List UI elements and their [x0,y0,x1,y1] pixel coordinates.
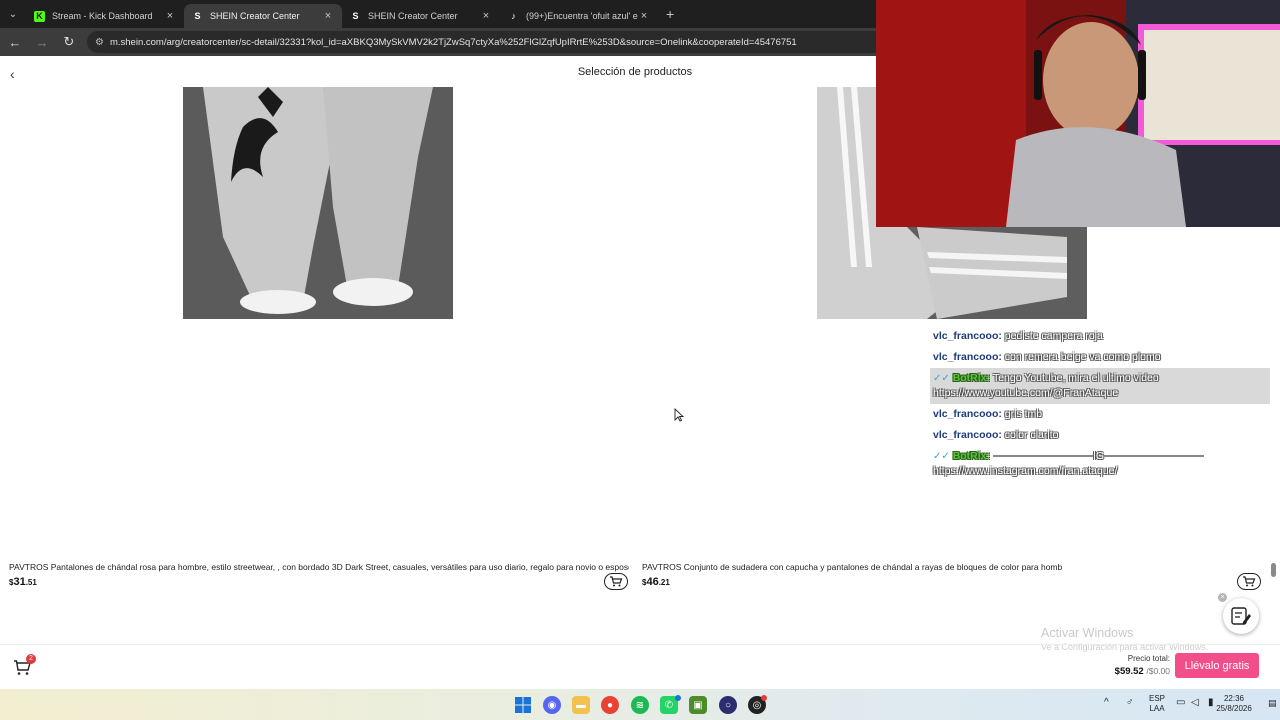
notifications-icon[interactable]: ▤ [1268,698,1277,708]
product-image-1[interactable] [183,87,453,319]
mouse-cursor-icon [674,408,684,422]
add-to-cart-button[interactable] [604,573,628,590]
price-integer: 46 [646,576,659,588]
bot-badge-icon: ✓✓ [933,451,950,462]
chat-username: vlc_francooo: [933,330,1002,342]
total-price-label: Precio total: [1127,654,1170,663]
site-info-icon[interactable]: ⚙ [95,37,104,48]
tab-search-chevron-icon[interactable]: ⌄ [0,0,26,28]
chat-username: vlc_francooo: [933,429,1002,441]
edit-list-button[interactable] [1223,598,1259,634]
file-explorer-icon[interactable]: ▬ [572,696,590,714]
clock-time: 22:36 [1223,694,1245,703]
clock-date: 25/8/2026 [1216,704,1252,713]
cart-add-icon [1243,576,1256,587]
chat-text: https://www.instagram.com/fran.ataque/ [933,465,1118,477]
product-name-1[interactable]: PAVTROS Pantalones de chándal rosa para … [9,562,629,572]
chat-message: ✓✓ BotRix: IG https://www.instagram.com/f… [930,446,1270,482]
chat-text: pediste campera roja [1004,330,1103,342]
price-integer: 31 [13,576,26,588]
windows-activation-title: Activar Windows [1041,626,1134,640]
tiktok-icon: ♪ [511,11,516,21]
chat-message-highlighted: ✓✓ BotRix: Tengo Youtube, mira el ultimo… [930,368,1270,404]
divider-line [1104,455,1205,458]
total-price-value: $59.52 /$0.00 [1080,666,1170,677]
network-icon[interactable]: ▭ [1176,698,1185,708]
tab-tiktok[interactable]: ♪ (99+)Encuentra 'ofuit azul' en T × [500,4,658,28]
chat-username: vlc_francooo: [933,351,1002,363]
add-to-cart-button[interactable] [1237,573,1261,590]
product-name-2[interactable]: PAVTROS Conjunto de sudadera con capucha… [642,562,1062,572]
close-icon[interactable]: × [322,10,334,22]
tab-shein-creator-center-active[interactable]: S SHEIN Creator Center × [184,4,342,28]
get-it-free-button[interactable]: Llévalo gratis [1175,653,1259,678]
tab-shein-creator-center[interactable]: S SHEIN Creator Center × [342,4,500,28]
cart-count-badge: 2 [26,654,36,664]
chat-username: BotRix: [952,450,991,462]
product-price-2: $46.21 [642,576,670,588]
language-indicator[interactable]: ESP LAA [1146,694,1168,714]
new-tab-button[interactable]: + [666,6,674,22]
url-text: m.shein.com/arg/creatorcenter/sc-detail/… [109,36,797,48]
close-icon[interactable]: × [638,10,650,22]
scrollbar-thumb[interactable] [1271,563,1276,577]
battery-icon[interactable]: ▮ [1208,698,1214,708]
chat-message: vlc_francooo: color clarito [930,425,1270,446]
clock[interactable]: 22:36 25/8/2026 [1214,694,1254,714]
chrome-icon[interactable]: ● [601,696,619,714]
volume-icon[interactable]: ◁ [1191,698,1199,708]
chat-text: gris tmb [1004,408,1043,420]
shein-icon: S [194,11,201,21]
webcam-overlay [876,0,1280,227]
chat-username: vlc_francooo: [933,408,1002,420]
back-arrow-icon[interactable]: ← [3,30,27,54]
divider-line [992,455,1093,458]
reload-icon[interactable]: ↻ [57,30,81,54]
forward-arrow-icon[interactable]: → [30,30,54,54]
sweatpants-image [183,87,453,319]
chat-message: vlc_francooo: pediste campera roja [930,326,1270,347]
bottom-bar-divider [0,644,1280,645]
app-icon[interactable]: ○ [719,696,737,714]
price-decimals: .51 [25,578,37,587]
tab-kick-dashboard[interactable]: K Stream - Kick Dashboard × [26,4,184,28]
chat-username: BotRix: [952,372,991,384]
kick-icon: K [34,10,45,22]
lang-code: ESP [1148,694,1165,703]
minecraft-icon[interactable]: ▣ [689,696,707,714]
product-price-1: $31.51 [9,576,37,588]
edit-list-icon [1231,607,1251,625]
close-icon[interactable]: × [164,10,176,22]
paid-amount: /$0.00 [1146,666,1170,676]
chat-ig-label: IG [1092,450,1105,462]
lang-layout: LAA [1149,704,1165,713]
close-icon[interactable]: × [480,10,492,22]
windows-start-icon[interactable] [514,696,532,714]
tab-title: SHEIN Creator Center [210,11,300,21]
tab-title: Stream - Kick Dashboard [52,11,153,21]
chat-text: con remera beige va como plomo [1004,351,1161,363]
discord-icon[interactable]: ◉ [543,696,561,714]
notification-dot [761,695,767,701]
chat-message: vlc_francooo: gris tmb [930,404,1270,425]
spotify-icon[interactable]: ≋ [631,696,649,714]
price-decimals: .21 [658,578,670,587]
chat-text: color clarito [1004,429,1059,441]
cart-add-icon [610,576,623,587]
fab-close-icon[interactable]: × [1218,593,1227,602]
bot-badge-icon: ✓✓ [933,373,950,384]
stream-chat-overlay: vlc_francooo: pediste campera roja vlc_f… [930,326,1270,482]
windows-logo-icon [515,697,531,713]
tab-title: (99+)Encuentra 'ofuit azul' en T [526,11,638,21]
windows-taskbar: ◉ ▬ ● ≋ ✆ ▣ ○ ◎ ^ ♂ ESP LAA ▭ ◁ ▮ 22:36 25… [0,689,1280,720]
total-amount: $59.52 [1114,666,1144,677]
chat-message: vlc_francooo: con remera beige va como p… [930,347,1270,368]
notification-dot [675,695,681,701]
shein-icon: S [352,11,359,21]
microphone-icon[interactable]: ♂ [1126,698,1134,708]
tray-chevron-up-icon[interactable]: ^ [1104,698,1109,708]
streamer-webcam-image [876,0,1280,227]
tab-title: SHEIN Creator Center [368,11,458,21]
